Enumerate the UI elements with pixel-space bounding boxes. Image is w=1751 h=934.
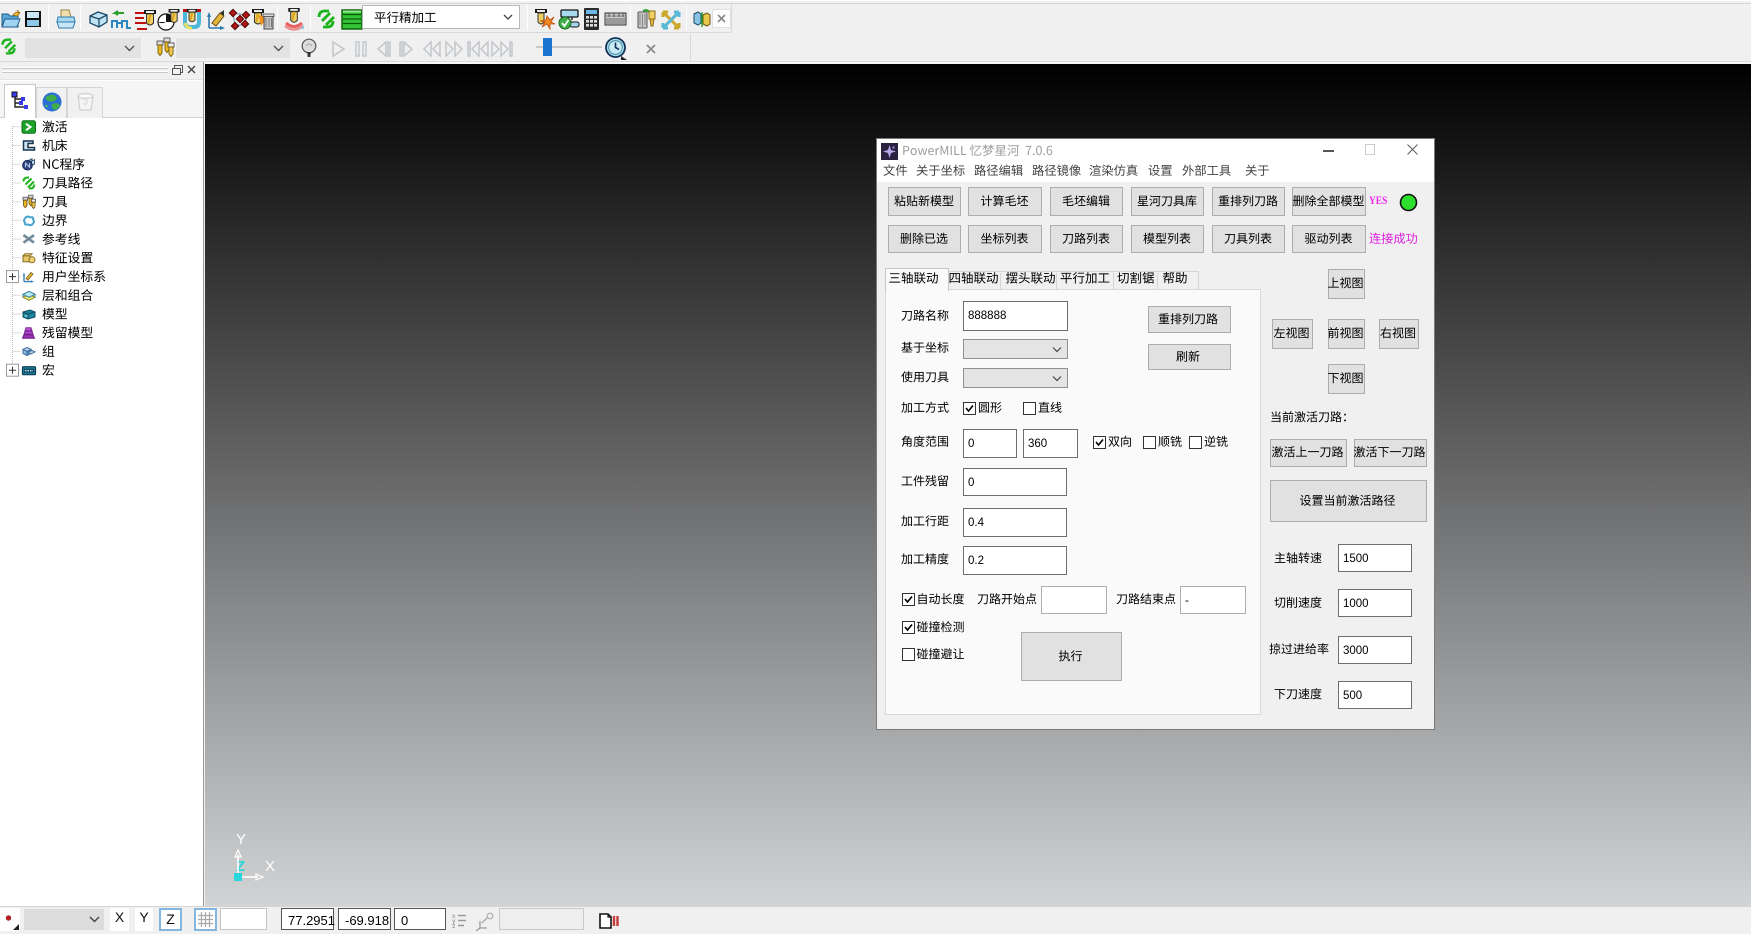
svg-text:z: z <box>452 923 456 929</box>
svg-text:X: X <box>265 858 275 875</box>
svg-text:Y: Y <box>236 831 246 848</box>
